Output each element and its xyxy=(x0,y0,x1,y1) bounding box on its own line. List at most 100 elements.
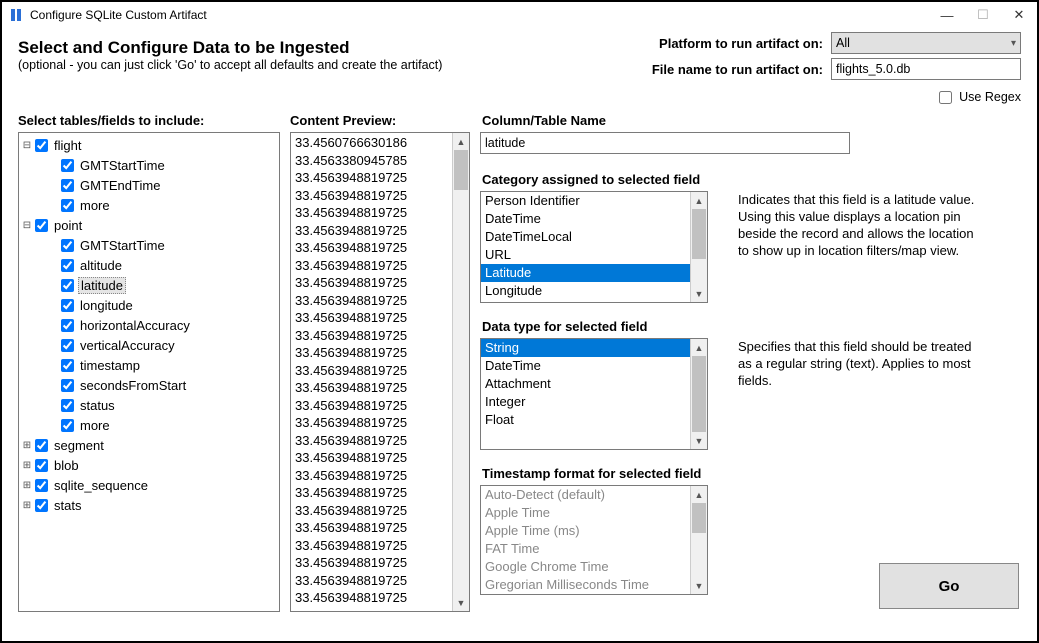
tree-item[interactable]: ⊟flight xyxy=(19,135,279,155)
scroll-thumb[interactable] xyxy=(454,150,468,190)
scroll-thumb[interactable] xyxy=(692,356,706,432)
datatype-label: Data type for selected field xyxy=(482,319,1021,334)
column-name-label: Column/Table Name xyxy=(482,113,1021,128)
tree-toggle-icon[interactable]: ⊟ xyxy=(21,220,33,231)
tree-item[interactable]: GMTStartTime xyxy=(19,235,279,255)
preview-row: 33.4563948819725 xyxy=(295,274,448,292)
scroll-up-icon[interactable]: ▲ xyxy=(453,133,469,150)
scroll-up-icon[interactable]: ▲ xyxy=(691,486,707,503)
list-item[interactable]: DateTime xyxy=(481,210,690,228)
tree-item[interactable]: ⊞sqlite_sequence xyxy=(19,475,279,495)
scroll-down-icon[interactable]: ▼ xyxy=(453,594,469,611)
list-item[interactable]: DateTime xyxy=(481,357,690,375)
tree-checkbox[interactable] xyxy=(61,239,74,252)
tree-item[interactable]: GMTEndTime xyxy=(19,175,279,195)
tree-toggle-icon[interactable]: ⊞ xyxy=(21,440,33,451)
tree-item[interactable]: ⊞stats xyxy=(19,495,279,515)
tree-checkbox[interactable] xyxy=(61,399,74,412)
tree-checkbox[interactable] xyxy=(61,199,74,212)
chevron-down-icon: ▾ xyxy=(1011,38,1016,49)
tree-checkbox[interactable] xyxy=(61,179,74,192)
tree-item[interactable]: status xyxy=(19,395,279,415)
tree-checkbox[interactable] xyxy=(61,339,74,352)
tree-checkbox[interactable] xyxy=(35,499,48,512)
tree-item[interactable]: horizontalAccuracy xyxy=(19,315,279,335)
tree-checkbox[interactable] xyxy=(35,479,48,492)
list-item[interactable]: Float xyxy=(481,411,690,429)
scroll-thumb[interactable] xyxy=(692,209,706,259)
tree-checkbox[interactable] xyxy=(61,419,74,432)
preview-row: 33.4563948819725 xyxy=(295,467,448,485)
filename-input[interactable] xyxy=(831,58,1021,80)
field-tree[interactable]: ⊟flightGMTStartTimeGMTEndTimemore⊟pointG… xyxy=(18,132,280,612)
tree-item[interactable]: latitude xyxy=(19,275,279,295)
list-item[interactable]: Attachment xyxy=(481,375,690,393)
tree-item[interactable]: altitude xyxy=(19,255,279,275)
tree-checkbox[interactable] xyxy=(61,159,74,172)
list-item: Apple Time (ms) xyxy=(481,522,690,540)
tree-checkbox[interactable] xyxy=(61,359,74,372)
tree-checkbox[interactable] xyxy=(61,319,74,332)
tree-checkbox[interactable] xyxy=(35,219,48,232)
tree-checkbox[interactable] xyxy=(35,439,48,452)
category-listbox[interactable]: Person IdentifierDateTimeDateTimeLocalUR… xyxy=(480,191,708,303)
tree-item[interactable]: ⊞segment xyxy=(19,435,279,455)
go-button[interactable]: Go xyxy=(879,563,1019,609)
tree-item[interactable]: ⊞blob xyxy=(19,455,279,475)
preview-row: 33.4563948819725 xyxy=(295,204,448,222)
scroll-down-icon[interactable]: ▼ xyxy=(691,432,707,449)
use-regex-checkbox[interactable] xyxy=(939,91,952,104)
tree-item[interactable]: GMTStartTime xyxy=(19,155,279,175)
tree-checkbox[interactable] xyxy=(61,279,74,292)
tree-item-label: status xyxy=(77,398,118,413)
list-item[interactable]: URL xyxy=(481,246,690,264)
tree-checkbox[interactable] xyxy=(61,259,74,272)
tree-item[interactable]: longitude xyxy=(19,295,279,315)
scroll-down-icon[interactable]: ▼ xyxy=(691,577,707,594)
tree-item[interactable]: verticalAccuracy xyxy=(19,335,279,355)
platform-select[interactable]: All ▾ xyxy=(831,32,1021,54)
tree-toggle-icon[interactable]: ⊟ xyxy=(21,140,33,151)
close-button[interactable]: ✕ xyxy=(1001,2,1037,28)
list-item[interactable]: Latitude xyxy=(481,264,690,282)
tree-checkbox[interactable] xyxy=(35,459,48,472)
filename-label: File name to run artifact on: xyxy=(652,62,823,77)
tree-item-label: GMTStartTime xyxy=(77,238,168,253)
content-preview: 33.456076663018633.456338094578533.45639… xyxy=(290,132,470,612)
scroll-up-icon[interactable]: ▲ xyxy=(691,192,707,209)
list-item[interactable]: DateTimeLocal xyxy=(481,228,690,246)
tree-item[interactable]: timestamp xyxy=(19,355,279,375)
list-item[interactable]: String xyxy=(481,339,690,357)
datatype-listbox[interactable]: StringDateTimeAttachmentIntegerFloat ▲ ▼ xyxy=(480,338,708,450)
timestamp-scrollbar[interactable]: ▲ ▼ xyxy=(690,486,707,594)
category-scrollbar[interactable]: ▲ ▼ xyxy=(690,192,707,302)
tree-checkbox[interactable] xyxy=(61,379,74,392)
tree-checkbox[interactable] xyxy=(35,139,48,152)
maximize-button[interactable]: ☐ xyxy=(965,2,1001,28)
scroll-up-icon[interactable]: ▲ xyxy=(691,339,707,356)
tree-item[interactable]: more xyxy=(19,415,279,435)
timestamp-listbox[interactable]: Auto-Detect (default)Apple TimeApple Tim… xyxy=(480,485,708,595)
list-item: FAT Time xyxy=(481,540,690,558)
tree-item[interactable]: ⊟point xyxy=(19,215,279,235)
list-item[interactable]: Integer xyxy=(481,393,690,411)
tree-item[interactable]: more xyxy=(19,195,279,215)
preview-row: 33.4563948819725 xyxy=(295,344,448,362)
list-item[interactable]: Person Identifier xyxy=(481,192,690,210)
preview-row: 33.4563948819725 xyxy=(295,309,448,327)
tree-item-label: latitude xyxy=(78,277,126,294)
preview-row: 33.4563948819725 xyxy=(295,327,448,345)
list-item[interactable]: Longitude xyxy=(481,282,690,300)
preview-row: 33.4563948819725 xyxy=(295,554,448,572)
tree-toggle-icon[interactable]: ⊞ xyxy=(21,480,33,491)
datatype-scrollbar[interactable]: ▲ ▼ xyxy=(690,339,707,449)
tree-toggle-icon[interactable]: ⊞ xyxy=(21,460,33,471)
tree-checkbox[interactable] xyxy=(61,299,74,312)
minimize-button[interactable]: — xyxy=(929,2,965,28)
tree-item[interactable]: secondsFromStart xyxy=(19,375,279,395)
scroll-down-icon[interactable]: ▼ xyxy=(691,285,707,302)
tree-toggle-icon[interactable]: ⊞ xyxy=(21,500,33,511)
scroll-thumb[interactable] xyxy=(692,503,706,533)
preview-scrollbar[interactable]: ▲ ▼ xyxy=(452,133,469,611)
column-name-input[interactable] xyxy=(480,132,850,154)
